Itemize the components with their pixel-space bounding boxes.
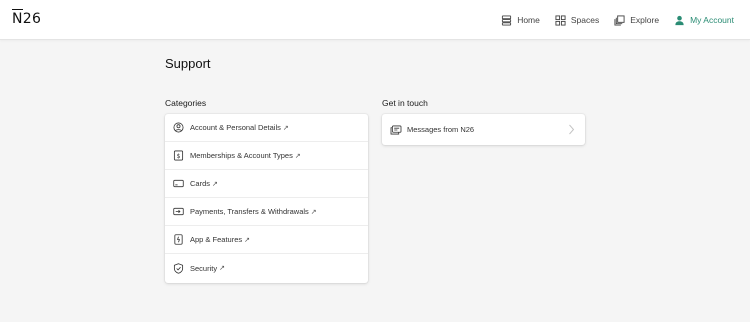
category-label: Memberships & Account Types bbox=[190, 151, 293, 160]
user-circle-icon bbox=[173, 122, 184, 133]
nav-my-account[interactable]: My Account bbox=[674, 15, 734, 26]
payments-icon bbox=[173, 207, 184, 216]
external-link-icon: ↗ bbox=[219, 265, 225, 272]
category-label: Security bbox=[190, 263, 218, 273]
top-bar: N26 Home Spaces Explore My Account bbox=[0, 0, 750, 40]
category-payments-transfers-withdrawals[interactable]: Payments, Transfers & Withdrawals ↗ bbox=[165, 198, 368, 226]
nav-explore[interactable]: Explore bbox=[614, 14, 660, 26]
external-link-icon: ↗ bbox=[212, 180, 218, 188]
nav-spaces-label: Spaces bbox=[570, 15, 600, 25]
external-link-icon: ↗ bbox=[282, 124, 289, 132]
messages-icon bbox=[390, 125, 402, 134]
categories-list: Account & Personal Details ↗ $ Membershi… bbox=[165, 114, 368, 283]
chevron-right-icon bbox=[569, 124, 575, 135]
n26-logo[interactable]: N26 bbox=[12, 9, 41, 27]
app-icon bbox=[174, 234, 183, 245]
shield-icon bbox=[173, 262, 184, 274]
category-cards[interactable]: Cards ↗ bbox=[165, 170, 368, 198]
nav-explore-label: Explore bbox=[630, 15, 660, 25]
explore-icon bbox=[614, 14, 625, 26]
external-link-icon: ↗ bbox=[294, 152, 301, 160]
membership-icon: $ bbox=[173, 150, 184, 161]
category-security[interactable]: Security ↗ bbox=[165, 254, 368, 282]
account-icon bbox=[675, 15, 684, 25]
category-app-features[interactable]: App & Features ↗ bbox=[165, 226, 368, 254]
nav-home[interactable]: Home bbox=[501, 14, 540, 26]
category-label: Cards bbox=[190, 179, 211, 188]
spaces-icon bbox=[555, 14, 566, 26]
category-label: App & Features bbox=[190, 235, 243, 244]
nav-spaces[interactable]: Spaces bbox=[555, 14, 600, 26]
external-link-icon: ↗ bbox=[310, 208, 317, 216]
nav-my-account-label: My Account bbox=[690, 15, 734, 25]
svg-text:$: $ bbox=[177, 153, 181, 160]
main-nav: Home Spaces Explore My Account bbox=[486, 12, 734, 28]
category-memberships-account-types[interactable]: $ Memberships & Account Types ↗ bbox=[165, 142, 368, 170]
external-link-icon: ↗ bbox=[244, 236, 250, 244]
home-icon bbox=[502, 14, 512, 26]
category-label: Account & Personal Details bbox=[190, 123, 281, 132]
get-in-touch-heading: Get in touch bbox=[382, 98, 428, 108]
card-icon bbox=[173, 179, 184, 188]
nav-home-label: Home bbox=[517, 15, 540, 25]
category-label: Payments, Transfers & Withdrawals bbox=[190, 207, 309, 216]
category-account-personal-details[interactable]: Account & Personal Details ↗ bbox=[165, 114, 368, 142]
messages-label: Messages from N26 bbox=[407, 125, 475, 134]
messages-from-n26-link[interactable]: Messages from N26 bbox=[382, 114, 585, 145]
page-title: Support bbox=[165, 56, 211, 71]
categories-heading: Categories bbox=[165, 98, 207, 108]
